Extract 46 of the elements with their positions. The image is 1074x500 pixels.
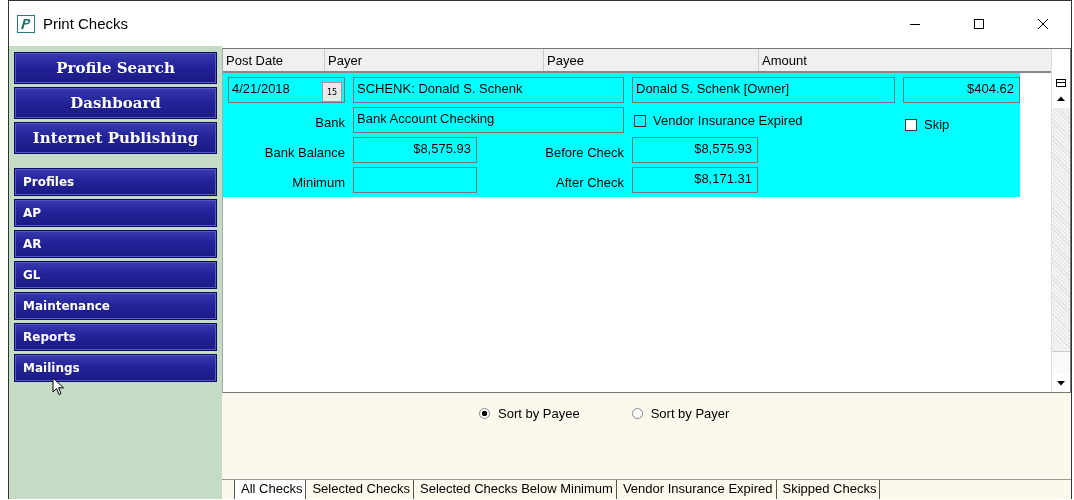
field-label: Bank Balance <box>263 144 345 162</box>
amount-field[interactable]: $404.62 <box>903 77 1020 103</box>
nav-button[interactable]: Profile Search <box>14 52 217 84</box>
checkbox-label: Skip <box>924 117 950 132</box>
module-button[interactable]: AR <box>14 230 217 258</box>
maximize-icon[interactable] <box>973 17 985 30</box>
field-label: Bank <box>314 114 345 132</box>
column-header[interactable]: Payee <box>544 49 759 71</box>
payee-field[interactable]: Donald S. Schenk [Owner] <box>632 77 895 103</box>
radio-button[interactable] <box>479 408 490 419</box>
field-label: Before Check <box>544 144 624 162</box>
module-button[interactable]: Profiles <box>14 168 217 196</box>
bank-balance-field: $8,575.93 <box>353 137 477 163</box>
scrollbar[interactable] <box>1051 49 1070 392</box>
pointer-icon <box>52 377 65 396</box>
column-header[interactable]: Amount <box>759 49 1051 71</box>
payer-field[interactable]: SCHENK: Donald S. Schenk <box>353 77 624 103</box>
bank-field[interactable]: Bank Account Checking <box>353 107 624 133</box>
after-check-field: $8,171.31 <box>632 167 758 193</box>
radio-button[interactable] <box>631 408 643 419</box>
column-header[interactable]: Payer <box>325 49 544 71</box>
checkbox[interactable] <box>905 118 917 131</box>
radio-label: Sort by Payer <box>650 406 730 421</box>
close-icon[interactable] <box>1037 17 1049 30</box>
calendar-button[interactable]: 15 <box>322 82 342 102</box>
scroll-thumb[interactable] <box>1052 351 1070 374</box>
checkbox[interactable] <box>634 114 646 127</box>
app-logo-icon <box>17 14 35 33</box>
before-check-field: $8,575.93 <box>632 137 758 163</box>
nav-button[interactable]: Dashboard <box>14 87 217 119</box>
checkbox-label: Vendor Insurance Expired <box>653 113 803 128</box>
module-button[interactable]: Mailings <box>14 354 217 382</box>
tab[interactable]: All Checks <box>234 480 307 499</box>
window-title: Print Checks <box>43 15 129 32</box>
field-label: Minimum <box>291 174 345 192</box>
radio-label: Sort by Payee <box>498 406 580 421</box>
module-button[interactable]: AP <box>14 199 217 227</box>
field-label: After Check <box>555 174 624 192</box>
column-header[interactable]: Post Date <box>223 49 325 71</box>
date-field[interactable]: 4/21/2018 15 <box>228 77 345 103</box>
module-button[interactable]: GL <box>14 261 217 289</box>
nav-button[interactable]: Internet Publishing <box>14 122 217 154</box>
module-button[interactable]: Maintenance <box>14 292 217 320</box>
check-record[interactable] <box>223 73 1020 197</box>
module-button[interactable]: Reports <box>14 323 217 351</box>
minimum-field[interactable] <box>353 167 477 193</box>
